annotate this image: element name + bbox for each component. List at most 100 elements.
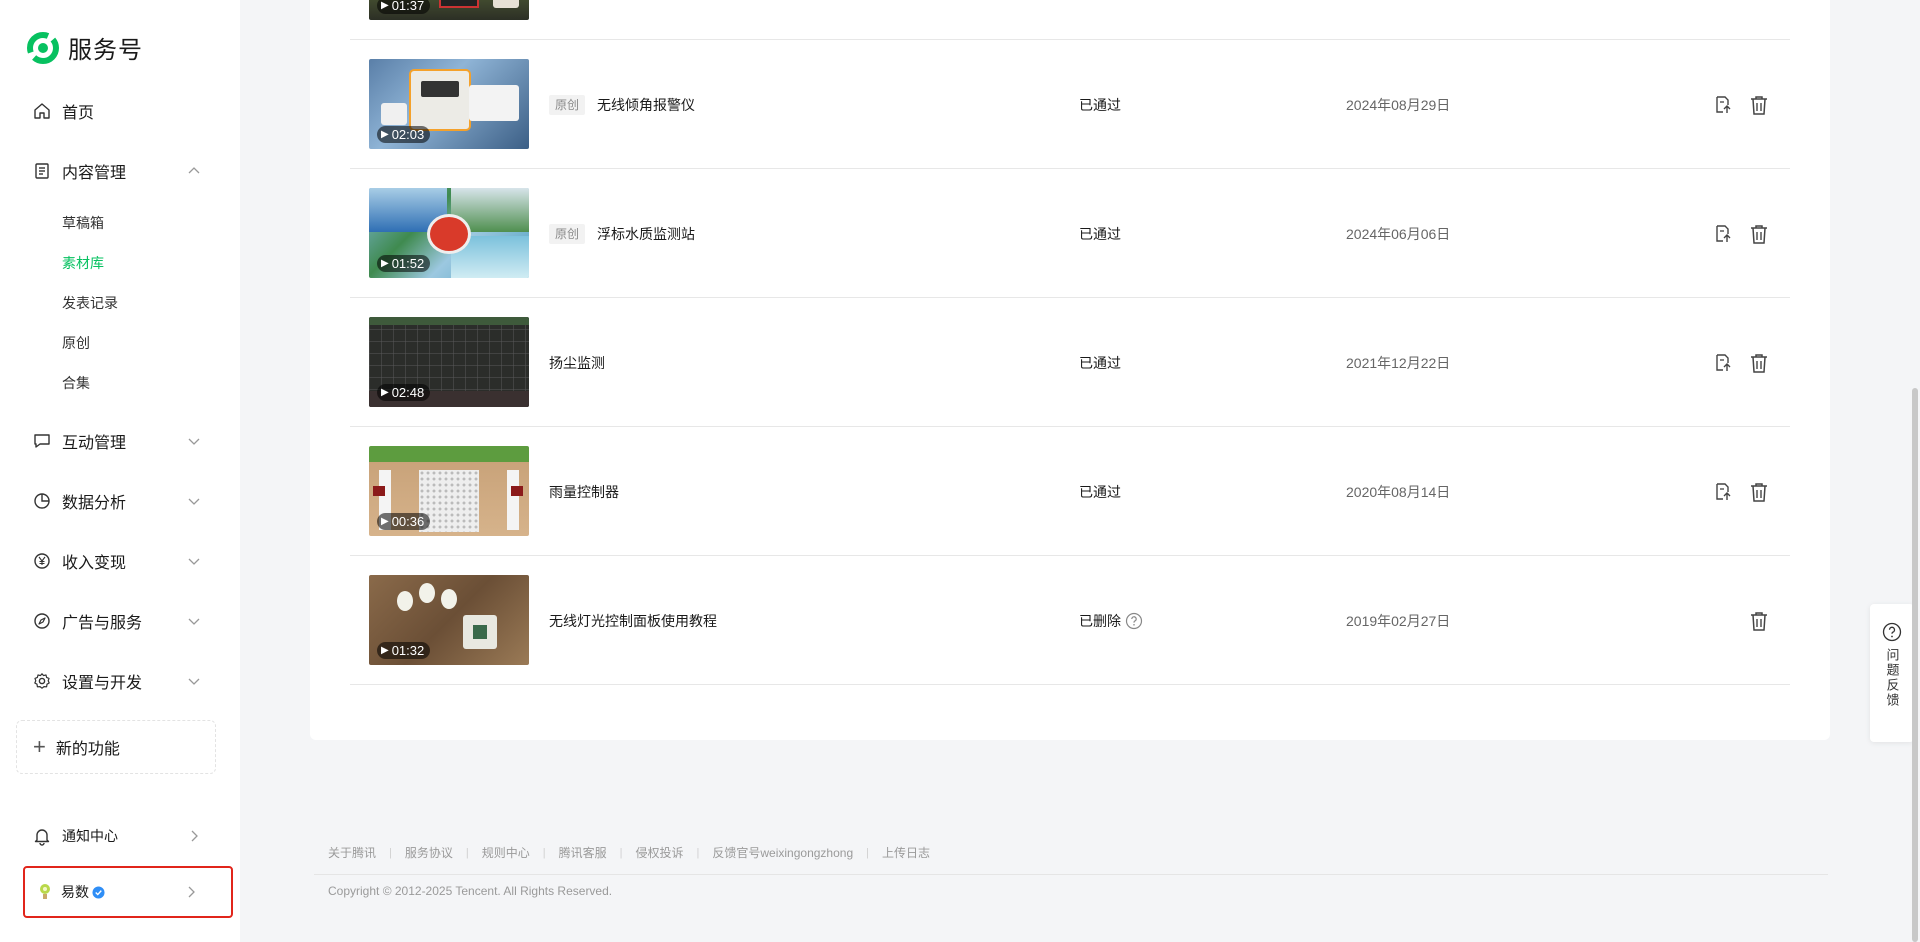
pie-icon	[32, 491, 52, 511]
page-scrollbar[interactable]	[1912, 388, 1918, 942]
video-duration: ▶ 01:52	[377, 255, 431, 272]
video-duration: ▶ 01:32	[377, 642, 431, 659]
video-thumbnail[interactable]: ▶ 01:52	[369, 188, 529, 278]
chevron-down-icon	[188, 678, 200, 685]
document-icon	[32, 161, 52, 181]
table-row: ▶ 01:37	[350, 0, 1790, 40]
chevron-up-icon	[188, 167, 200, 174]
footer-link-customer-service[interactable]: 腾讯客服	[559, 844, 607, 861]
table-row: ▶ 02:48 扬尘监测 已通过 2021年12月22日	[350, 298, 1790, 427]
review-status: 已通过	[1079, 226, 1121, 242]
original-badge: 原创	[549, 95, 586, 115]
footer-link-upload-log[interactable]: 上传日志	[882, 844, 930, 861]
chevron-down-icon	[188, 438, 200, 445]
notification-center[interactable]: 通知中心	[32, 822, 202, 850]
sidebar-subitem-publish-records[interactable]: 发表记录	[62, 293, 118, 313]
gear-icon	[32, 671, 52, 691]
sidebar-item-label: 内容管理	[62, 165, 127, 182]
sidebar-item-label: 设置与开发	[62, 675, 143, 692]
footer-separator: |	[696, 846, 700, 859]
material-date: 2021年12月22日	[1346, 355, 1451, 371]
delete-icon[interactable]	[1748, 610, 1770, 632]
delete-icon[interactable]	[1748, 481, 1770, 503]
account-name: 易数	[61, 884, 89, 900]
sidebar-item-label: 数据分析	[62, 495, 127, 512]
material-date: 2020年08月14日	[1346, 484, 1451, 500]
video-thumbnail[interactable]: ▶ 01:37	[369, 0, 529, 20]
video-thumbnail[interactable]: ▶ 02:48	[369, 317, 529, 407]
chevron-right-icon	[191, 830, 198, 842]
feedback-button[interactable]: 问题反馈	[1870, 604, 1914, 742]
material-title[interactable]: 浮标水质监测站	[597, 224, 695, 244]
service-account-logo-icon	[27, 31, 59, 64]
home-icon	[32, 101, 52, 121]
chevron-down-icon	[188, 618, 200, 625]
new-feature-label: 新的功能	[55, 741, 120, 758]
sidebar-item-label: 收入变现	[62, 555, 127, 572]
sidebar-subitem-material-library[interactable]: 素材库	[62, 253, 104, 273]
publish-icon[interactable]	[1713, 353, 1733, 373]
sidebar-item-label: 互动管理	[62, 435, 127, 452]
footer-link-feedback-official[interactable]: 反馈官号weixingongzhong	[712, 844, 853, 861]
footer-link-about[interactable]: 关于腾讯	[328, 844, 376, 861]
app-logo[interactable]: 服务号	[26, 30, 143, 65]
delete-icon[interactable]	[1748, 223, 1770, 245]
delete-icon[interactable]	[1748, 94, 1770, 116]
footer-link-service-agreement[interactable]: 服务协议	[405, 844, 453, 861]
footer-links: 关于腾讯 | 服务协议 | 规则中心 | 腾讯客服 | 侵权投诉 | 反馈官号w…	[328, 844, 930, 861]
sidebar-item-home[interactable]: 首页	[32, 96, 202, 126]
delete-icon[interactable]	[1748, 352, 1770, 374]
bell-icon	[34, 829, 50, 846]
footer-separator: |	[542, 846, 546, 859]
chevron-down-icon	[188, 558, 200, 565]
sidebar-item-monetization[interactable]: 收入变现	[32, 546, 202, 576]
sidebar: 服务号 首页 内容管理 草稿箱 素材库 发表记录 原创 合集 互动管理 数据分析	[0, 0, 240, 942]
material-title[interactable]: 扬尘监测	[549, 353, 605, 373]
feedback-label: 问题反馈	[1884, 648, 1900, 708]
footer-separator: |	[866, 846, 869, 859]
table-row: ▶ 01:52 原创 浮标水质监测站 已通过 2024年06月06日	[350, 169, 1790, 298]
review-status: 已删除	[1079, 611, 1143, 631]
sidebar-subitem-collections[interactable]: 合集	[62, 373, 90, 393]
sidebar-subitem-drafts[interactable]: 草稿箱	[62, 213, 104, 233]
material-title[interactable]: 无线倾角报警仪	[597, 95, 695, 115]
material-title[interactable]: 无线灯光控制面板使用教程	[549, 611, 717, 631]
account-avatar-icon	[40, 884, 50, 899]
publish-icon[interactable]	[1713, 95, 1733, 115]
sidebar-item-label: 广告与服务	[62, 615, 143, 632]
account-switcher[interactable]: 易数	[23, 866, 233, 918]
sidebar-item-ads-services[interactable]: 广告与服务	[32, 606, 202, 636]
review-status: 已通过	[1079, 355, 1121, 371]
footer-separator: |	[389, 846, 392, 859]
material-title[interactable]: 雨量控制器	[549, 482, 619, 502]
help-icon[interactable]	[1125, 612, 1143, 630]
sidebar-item-data-analysis[interactable]: 数据分析	[32, 486, 202, 516]
sidebar-subitem-original[interactable]: 原创	[62, 333, 90, 353]
plus-icon: +	[33, 734, 46, 759]
review-status: 已通过	[1079, 97, 1121, 113]
copyright: Copyright © 2012-2025 Tencent. All Right…	[328, 884, 613, 898]
publish-icon[interactable]	[1713, 224, 1733, 244]
video-thumbnail[interactable]: ▶ 02:03	[369, 59, 529, 149]
video-duration: ▶ 02:48	[377, 384, 431, 401]
table-row: ▶ 02:03 原创 无线倾角报警仪 已通过 2024年08月29日	[350, 40, 1790, 169]
footer-link-infringement[interactable]: 侵权投诉	[636, 844, 684, 861]
new-feature-button[interactable]: + 新的功能	[16, 720, 216, 774]
review-status: 已通过	[1079, 484, 1121, 500]
footer-link-rules-center[interactable]: 规则中心	[482, 844, 530, 861]
material-date: 2024年06月06日	[1346, 226, 1451, 242]
table-row: ▶ 01:32 无线灯光控制面板使用教程 已删除 2019年02月27日	[350, 556, 1790, 685]
sidebar-item-settings-dev[interactable]: 设置与开发	[32, 666, 202, 696]
video-duration: ▶ 01:37	[377, 0, 431, 14]
video-thumbnail[interactable]: ▶ 00:36	[369, 446, 529, 536]
verified-badge-icon	[92, 885, 105, 899]
sidebar-item-content-management[interactable]: 内容管理	[32, 156, 202, 186]
video-thumbnail[interactable]: ▶ 01:32	[369, 575, 529, 665]
material-date: 2019年02月27日	[1346, 613, 1451, 629]
material-list-card: ▶ 01:37 ▶ 02:03 原创 无线倾角报警仪 已通过 2024年08月29日…	[310, 0, 1830, 740]
sidebar-item-interaction[interactable]: 互动管理	[32, 426, 202, 456]
original-badge: 原创	[549, 224, 586, 244]
footer-separator: |	[619, 846, 623, 859]
sidebar-item-label: 首页	[62, 105, 95, 122]
publish-icon[interactable]	[1713, 482, 1733, 502]
